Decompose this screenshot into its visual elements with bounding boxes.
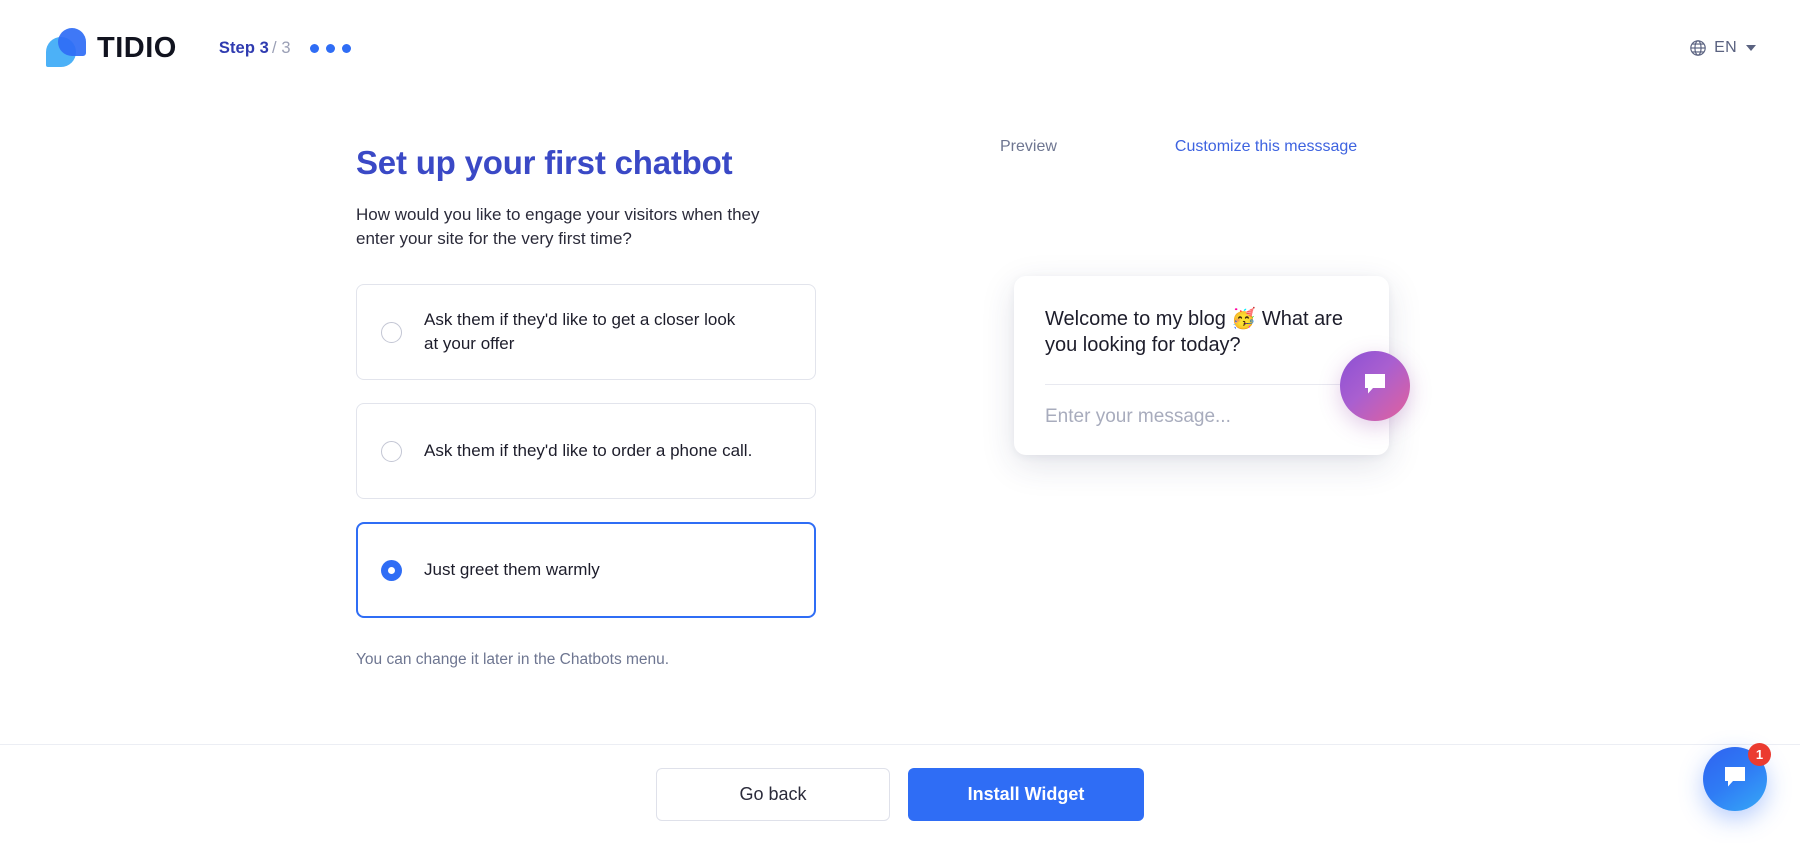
option-label: Ask them if they'd like to order a phone…: [424, 439, 752, 463]
chat-bubble-icon: [1361, 370, 1389, 403]
step-dots: [310, 44, 351, 53]
preview-panel: Preview Customize this messsage Welcome …: [1000, 138, 1520, 156]
go-back-button[interactable]: Go back: [656, 768, 890, 821]
welcome-message: Welcome to my blog 🥳 What are you lookin…: [1045, 307, 1358, 358]
language-label: EN: [1714, 39, 1737, 57]
chat-bubble-icon: [1721, 763, 1749, 796]
preview-message-input[interactable]: Enter your message...: [1045, 406, 1358, 428]
step-text: Step 3/ 3: [219, 39, 291, 58]
app-header: TIDIO Step 3/ 3 EN: [0, 0, 1800, 96]
floating-chat-button[interactable]: 1: [1703, 747, 1767, 811]
option-card-phone-call[interactable]: Ask them if they'd like to order a phone…: [356, 403, 816, 499]
option-list: Ask them if they'd like to get a closer …: [356, 284, 816, 618]
option-card-closer-look[interactable]: Ask them if they'd like to get a closer …: [356, 284, 816, 380]
preview-divider: [1045, 384, 1358, 385]
option-card-greet-warmly[interactable]: Just greet them warmly: [356, 522, 816, 618]
step-total: 3: [281, 39, 290, 57]
radio-selected-icon[interactable]: [381, 560, 402, 581]
customize-message-link[interactable]: Customize this messsage: [1175, 138, 1357, 156]
page-title: Set up your first chatbot: [356, 144, 816, 182]
brand-name: TIDIO: [97, 32, 177, 65]
language-selector[interactable]: EN: [1689, 39, 1756, 57]
option-label: Ask them if they'd like to get a closer …: [424, 308, 754, 356]
main-content: Set up your first chatbot How would you …: [0, 96, 1800, 744]
brand-logo[interactable]: TIDIO: [46, 28, 177, 68]
install-widget-button[interactable]: Install Widget: [908, 768, 1144, 821]
step-dot-2: [326, 44, 335, 53]
preview-chat-bubble-button[interactable]: [1340, 351, 1410, 421]
step-separator: /: [272, 39, 277, 57]
step-indicator: Step 3/ 3: [219, 39, 351, 58]
preview-label: Preview: [1000, 138, 1057, 156]
step-dot-3: [342, 44, 351, 53]
step-dot-1: [310, 44, 319, 53]
option-label: Just greet them warmly: [424, 558, 600, 582]
step-current: Step 3: [219, 39, 269, 57]
helper-text: You can change it later in the Chatbots …: [356, 651, 816, 669]
globe-icon: [1689, 39, 1707, 57]
logo-blob-shape: [58, 28, 86, 56]
radio-unselected-icon[interactable]: [381, 441, 402, 462]
page-subtitle: How would you like to engage your visito…: [356, 203, 786, 251]
tidio-logo-icon: [46, 28, 86, 68]
setup-panel: Set up your first chatbot How would you …: [356, 144, 816, 669]
chat-widget-preview: Welcome to my blog 🥳 What are you lookin…: [1014, 276, 1389, 455]
radio-unselected-icon[interactable]: [381, 322, 402, 343]
chevron-down-icon: [1746, 45, 1756, 51]
footer-actions: Go back Install Widget: [0, 744, 1800, 843]
preview-header: Preview Customize this messsage: [1000, 138, 1520, 156]
unread-badge: 1: [1748, 743, 1771, 766]
